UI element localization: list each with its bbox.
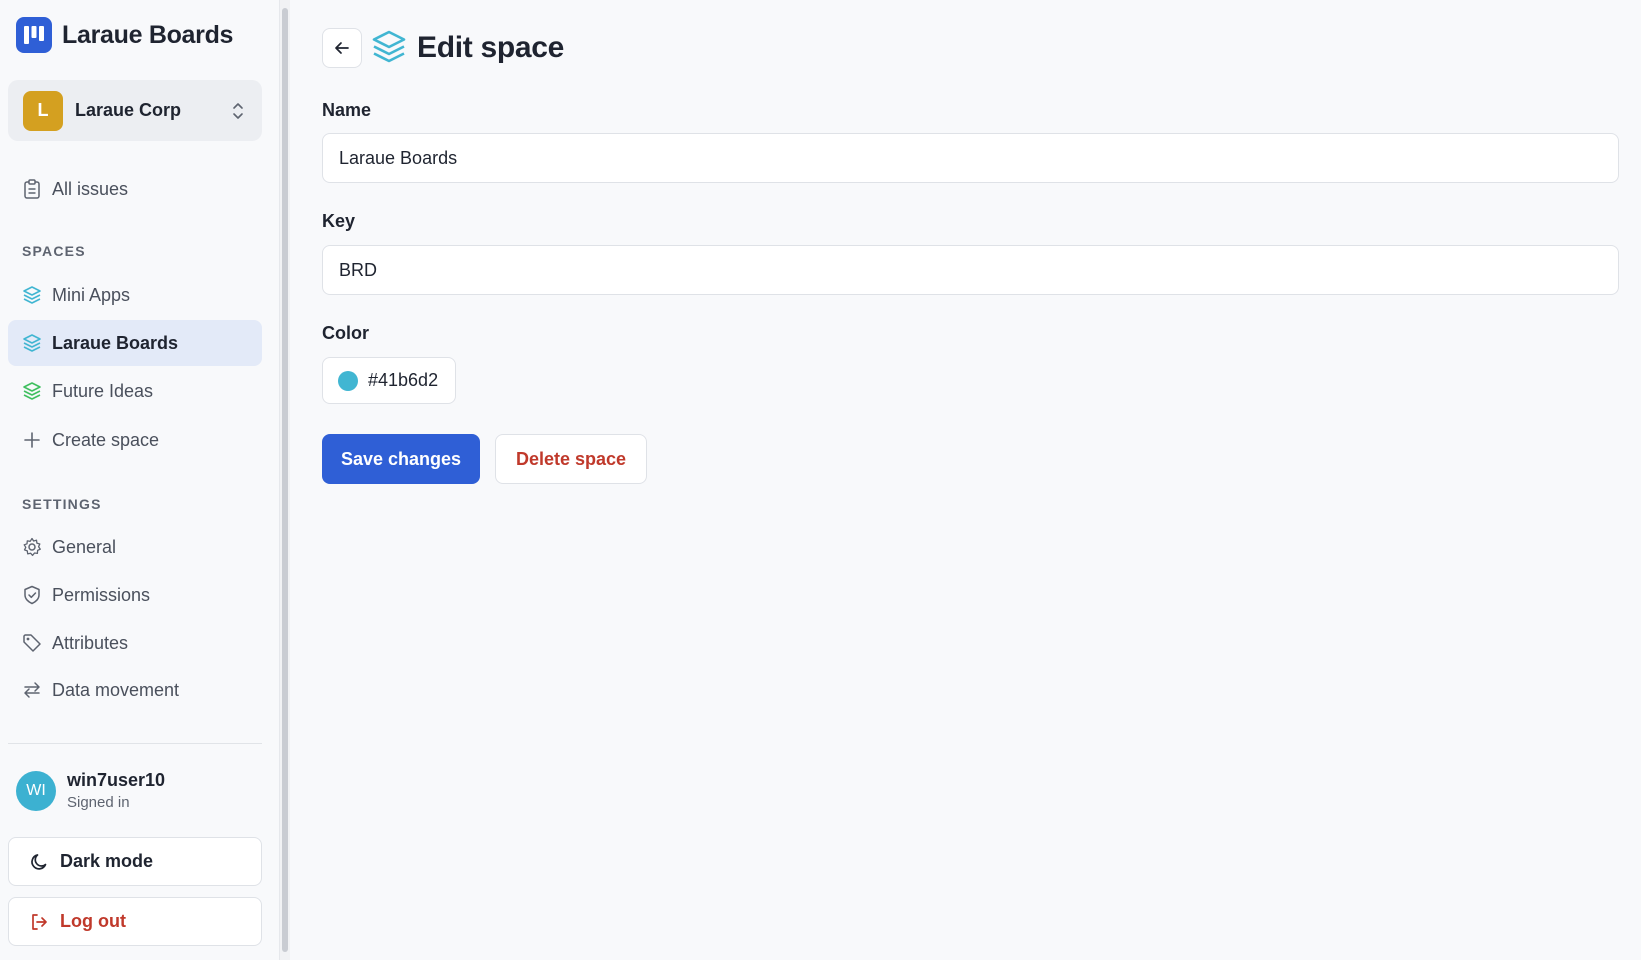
log-out-label: Log out: [60, 911, 126, 931]
sidebar-item-data-movement[interactable]: Data movement: [8, 667, 262, 713]
user-name: win7user10: [67, 770, 166, 790]
name-input[interactable]: [322, 133, 1619, 183]
layers-icon: [22, 285, 42, 305]
color-label: Color: [322, 323, 369, 343]
nav-label: All issues: [52, 178, 129, 199]
nav-label: Future Ideas: [52, 380, 154, 401]
moon-icon: [28, 851, 50, 873]
nav-label: Create space: [52, 429, 160, 450]
sidebar-item-permissions[interactable]: Permissions: [8, 572, 262, 618]
sidebar-item-future-ideas[interactable]: Future Ideas: [8, 368, 262, 414]
spaces-heading: SPACES: [22, 243, 86, 259]
key-input[interactable]: [322, 245, 1619, 295]
back-button[interactable]: [322, 28, 362, 68]
main-content: Edit space Name Key Color #41b6d2 Save c…: [291, 0, 1641, 960]
layers-icon: [372, 30, 406, 63]
save-changes-button[interactable]: Save changes: [322, 434, 480, 484]
sidebar-item-attributes[interactable]: Attributes: [8, 620, 262, 666]
chevron-up-down-icon: [233, 102, 243, 119]
clipboard-icon: [22, 179, 42, 199]
avatar: WI: [16, 770, 56, 811]
nav-label: Data movement: [52, 679, 180, 700]
nav-label: General: [52, 536, 117, 557]
delete-space-button[interactable]: Delete space: [495, 434, 647, 484]
sidebar-item-laraue-boards[interactable]: Laraue Boards: [8, 320, 262, 366]
layers-icon: [22, 381, 42, 401]
log-out-button[interactable]: Log out: [8, 897, 262, 946]
page-title: Edit space: [417, 31, 565, 64]
key-label: Key: [322, 211, 356, 231]
nav-label: Mini Apps: [52, 284, 131, 305]
sidebar-item-general[interactable]: General: [8, 524, 262, 570]
color-picker-button[interactable]: #41b6d2: [322, 357, 456, 404]
boards-logo-icon: [16, 17, 52, 53]
user-status: Signed in: [67, 794, 130, 811]
nav-label: Attributes: [52, 632, 129, 653]
app-name: Laraue Boards: [62, 20, 234, 49]
dark-mode-button[interactable]: Dark mode: [8, 837, 262, 886]
gear-icon: [22, 537, 42, 557]
create-space-button[interactable]: Create space: [8, 417, 262, 463]
settings-heading: SETTINGS: [22, 496, 102, 512]
user-profile: WI win7user10 Signed in: [16, 770, 165, 811]
color-value: #41b6d2: [368, 370, 439, 390]
sidebar-scrollbar-thumb[interactable]: [282, 8, 288, 952]
org-switcher[interactable]: L Laraue Corp: [8, 80, 262, 141]
color-swatch: [338, 370, 358, 391]
brand[interactable]: Laraue Boards: [16, 17, 233, 53]
layers-icon: [22, 333, 42, 353]
sidebar-divider: [8, 743, 262, 744]
org-name: Laraue Corp: [75, 100, 182, 120]
name-label: Name: [322, 100, 372, 120]
logout-icon: [28, 911, 50, 933]
nav-label: Permissions: [52, 584, 151, 605]
sidebar-item-mini-apps[interactable]: Mini Apps: [8, 272, 262, 318]
tag-icon: [22, 633, 42, 653]
arrows-left-right-icon: [22, 680, 42, 700]
nav-item-all-issues[interactable]: All issues: [8, 166, 262, 212]
arrow-left-icon: [335, 42, 349, 54]
nav-label: Laraue Boards: [52, 332, 179, 353]
shield-icon: [22, 585, 42, 605]
sidebar: Laraue Boards L Laraue Corp All issues S…: [0, 0, 280, 960]
org-avatar: L: [23, 90, 63, 131]
plus-icon: [22, 430, 42, 450]
dark-mode-label: Dark mode: [60, 851, 154, 871]
